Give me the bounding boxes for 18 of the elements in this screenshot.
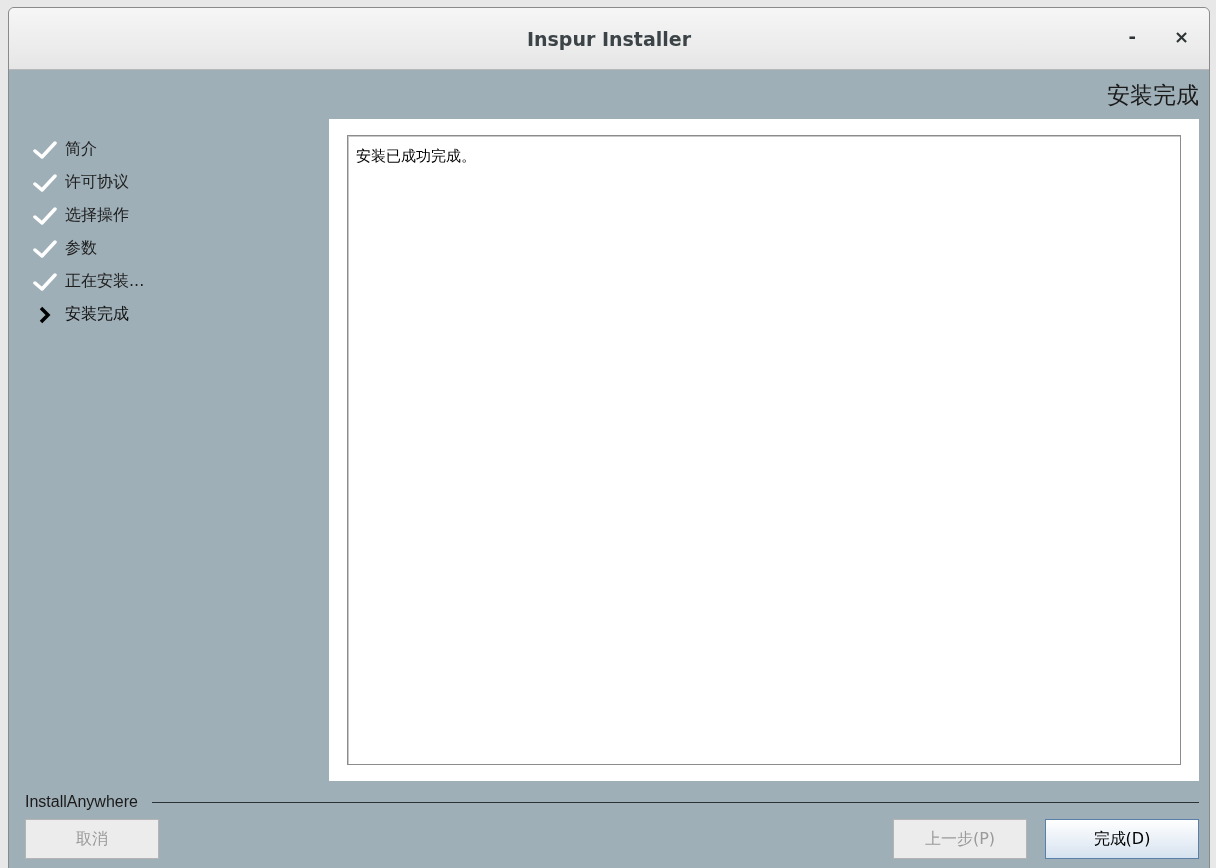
page-heading: 安装完成 bbox=[1107, 81, 1199, 110]
step-label: 简介 bbox=[65, 139, 97, 160]
dialog-button[interactable]: 完成(D) bbox=[1045, 819, 1199, 859]
step-label: 许可协议 bbox=[65, 172, 129, 193]
checkmark-icon bbox=[33, 140, 57, 159]
step-label: 参数 bbox=[65, 238, 97, 259]
checkmark-icon bbox=[33, 272, 57, 291]
step-label: 选择操作 bbox=[65, 205, 129, 226]
checkmark-icon bbox=[33, 206, 57, 225]
step-label: 安装完成 bbox=[65, 304, 129, 325]
close-button[interactable]: × bbox=[1167, 26, 1195, 47]
checkmark-icon bbox=[33, 239, 57, 258]
window-title: Inspur Installer bbox=[526, 27, 692, 50]
minimize-button[interactable]: - bbox=[1122, 26, 1142, 47]
footer-label: InstallAnywhere bbox=[25, 793, 138, 811]
message-text: 安装已成功完成。 bbox=[356, 147, 476, 165]
checkmark-icon bbox=[33, 173, 57, 192]
step-label: 正在安装... bbox=[65, 271, 145, 292]
